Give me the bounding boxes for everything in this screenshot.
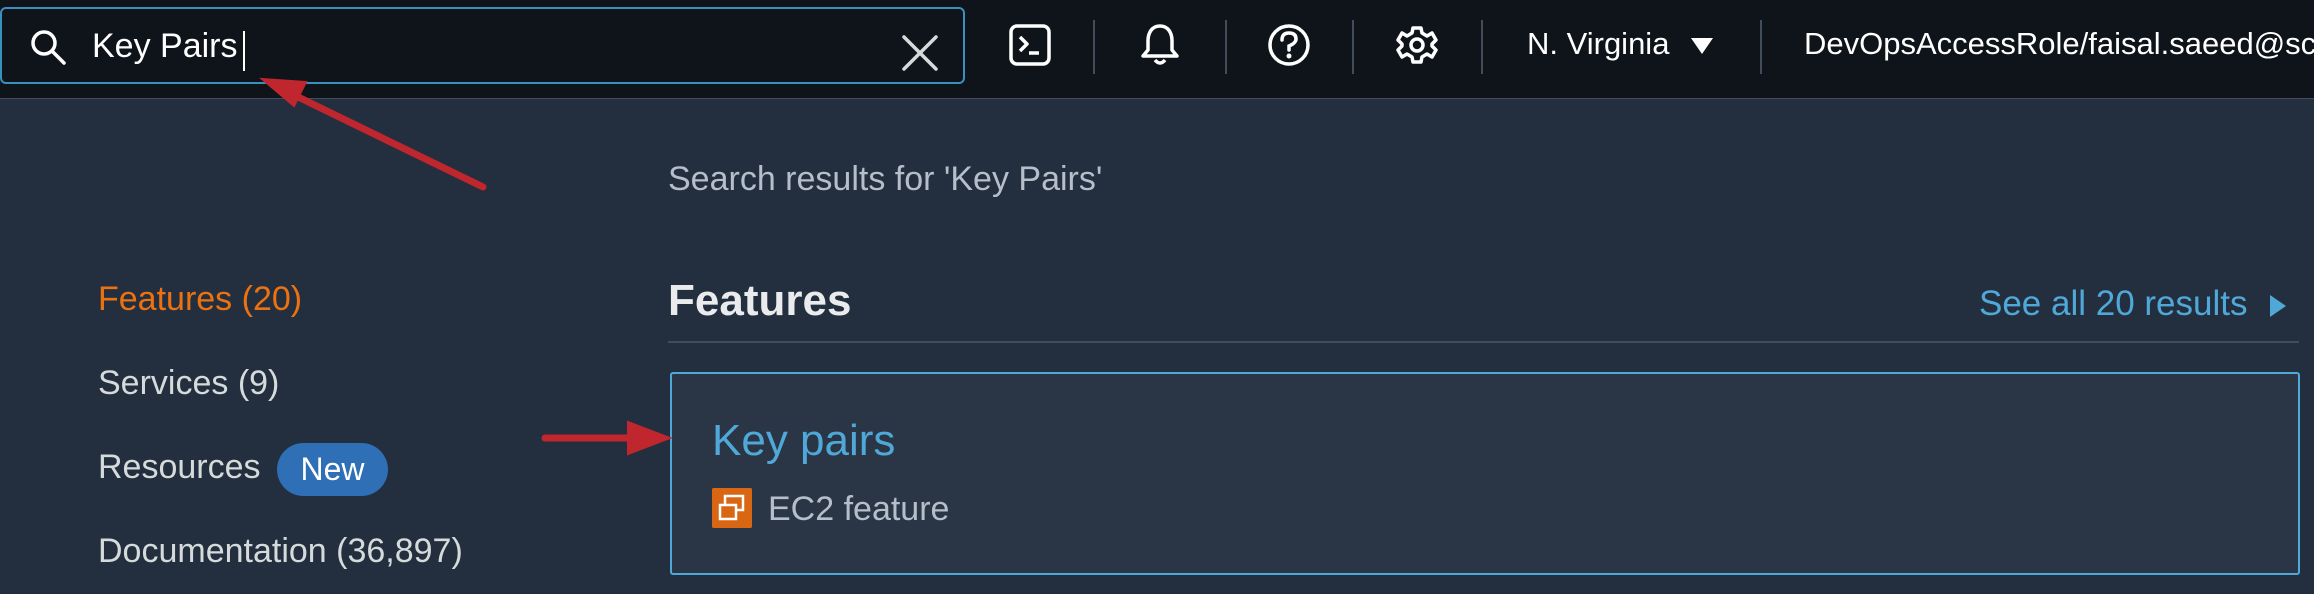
caret-right-icon[interactable] (2268, 293, 2288, 319)
new-badge: New (277, 443, 388, 496)
cloudshell-icon[interactable] (1008, 22, 1052, 68)
results-heading: Search results for 'Key Pairs' (668, 160, 1103, 198)
separator (1760, 20, 1762, 74)
separator (1225, 20, 1227, 74)
separator (1352, 20, 1354, 74)
gear-icon[interactable] (1395, 22, 1439, 68)
search-icon (31, 30, 66, 65)
filter-documentation[interactable]: Documentation (36,897) (98, 532, 463, 571)
see-all-link[interactable]: See all 20 results (1979, 284, 2247, 324)
help-icon[interactable] (1267, 22, 1311, 68)
divider (668, 341, 2299, 343)
filter-resources[interactable]: Resources (98, 448, 261, 487)
filter-features[interactable]: Features (20) (98, 280, 302, 319)
search-box[interactable] (0, 7, 965, 84)
result-card[interactable]: Key pairs EC2 feature (670, 372, 2300, 575)
region-selector[interactable]: N. Virginia (1527, 26, 1669, 70)
annotation-arrow-result (541, 420, 673, 456)
text-cursor (243, 31, 245, 71)
separator (1093, 20, 1095, 74)
search-input[interactable] (92, 21, 872, 71)
bell-icon[interactable] (1138, 22, 1182, 68)
account-menu[interactable]: DevOpsAccessRole/faisal.saeed@sc (1804, 26, 2314, 70)
separator (1481, 20, 1483, 74)
section-title: Features (668, 276, 852, 325)
ec2-icon (712, 488, 752, 528)
result-subtitle: EC2 feature (768, 490, 950, 528)
filter-services[interactable]: Services (9) (98, 364, 279, 403)
top-navigation-bar: N. Virginia DevOpsAccessRole/faisal.saee… (0, 0, 2314, 99)
close-icon[interactable] (900, 33, 940, 73)
caret-down-icon[interactable] (1691, 38, 1713, 56)
result-title[interactable]: Key pairs (712, 416, 895, 466)
